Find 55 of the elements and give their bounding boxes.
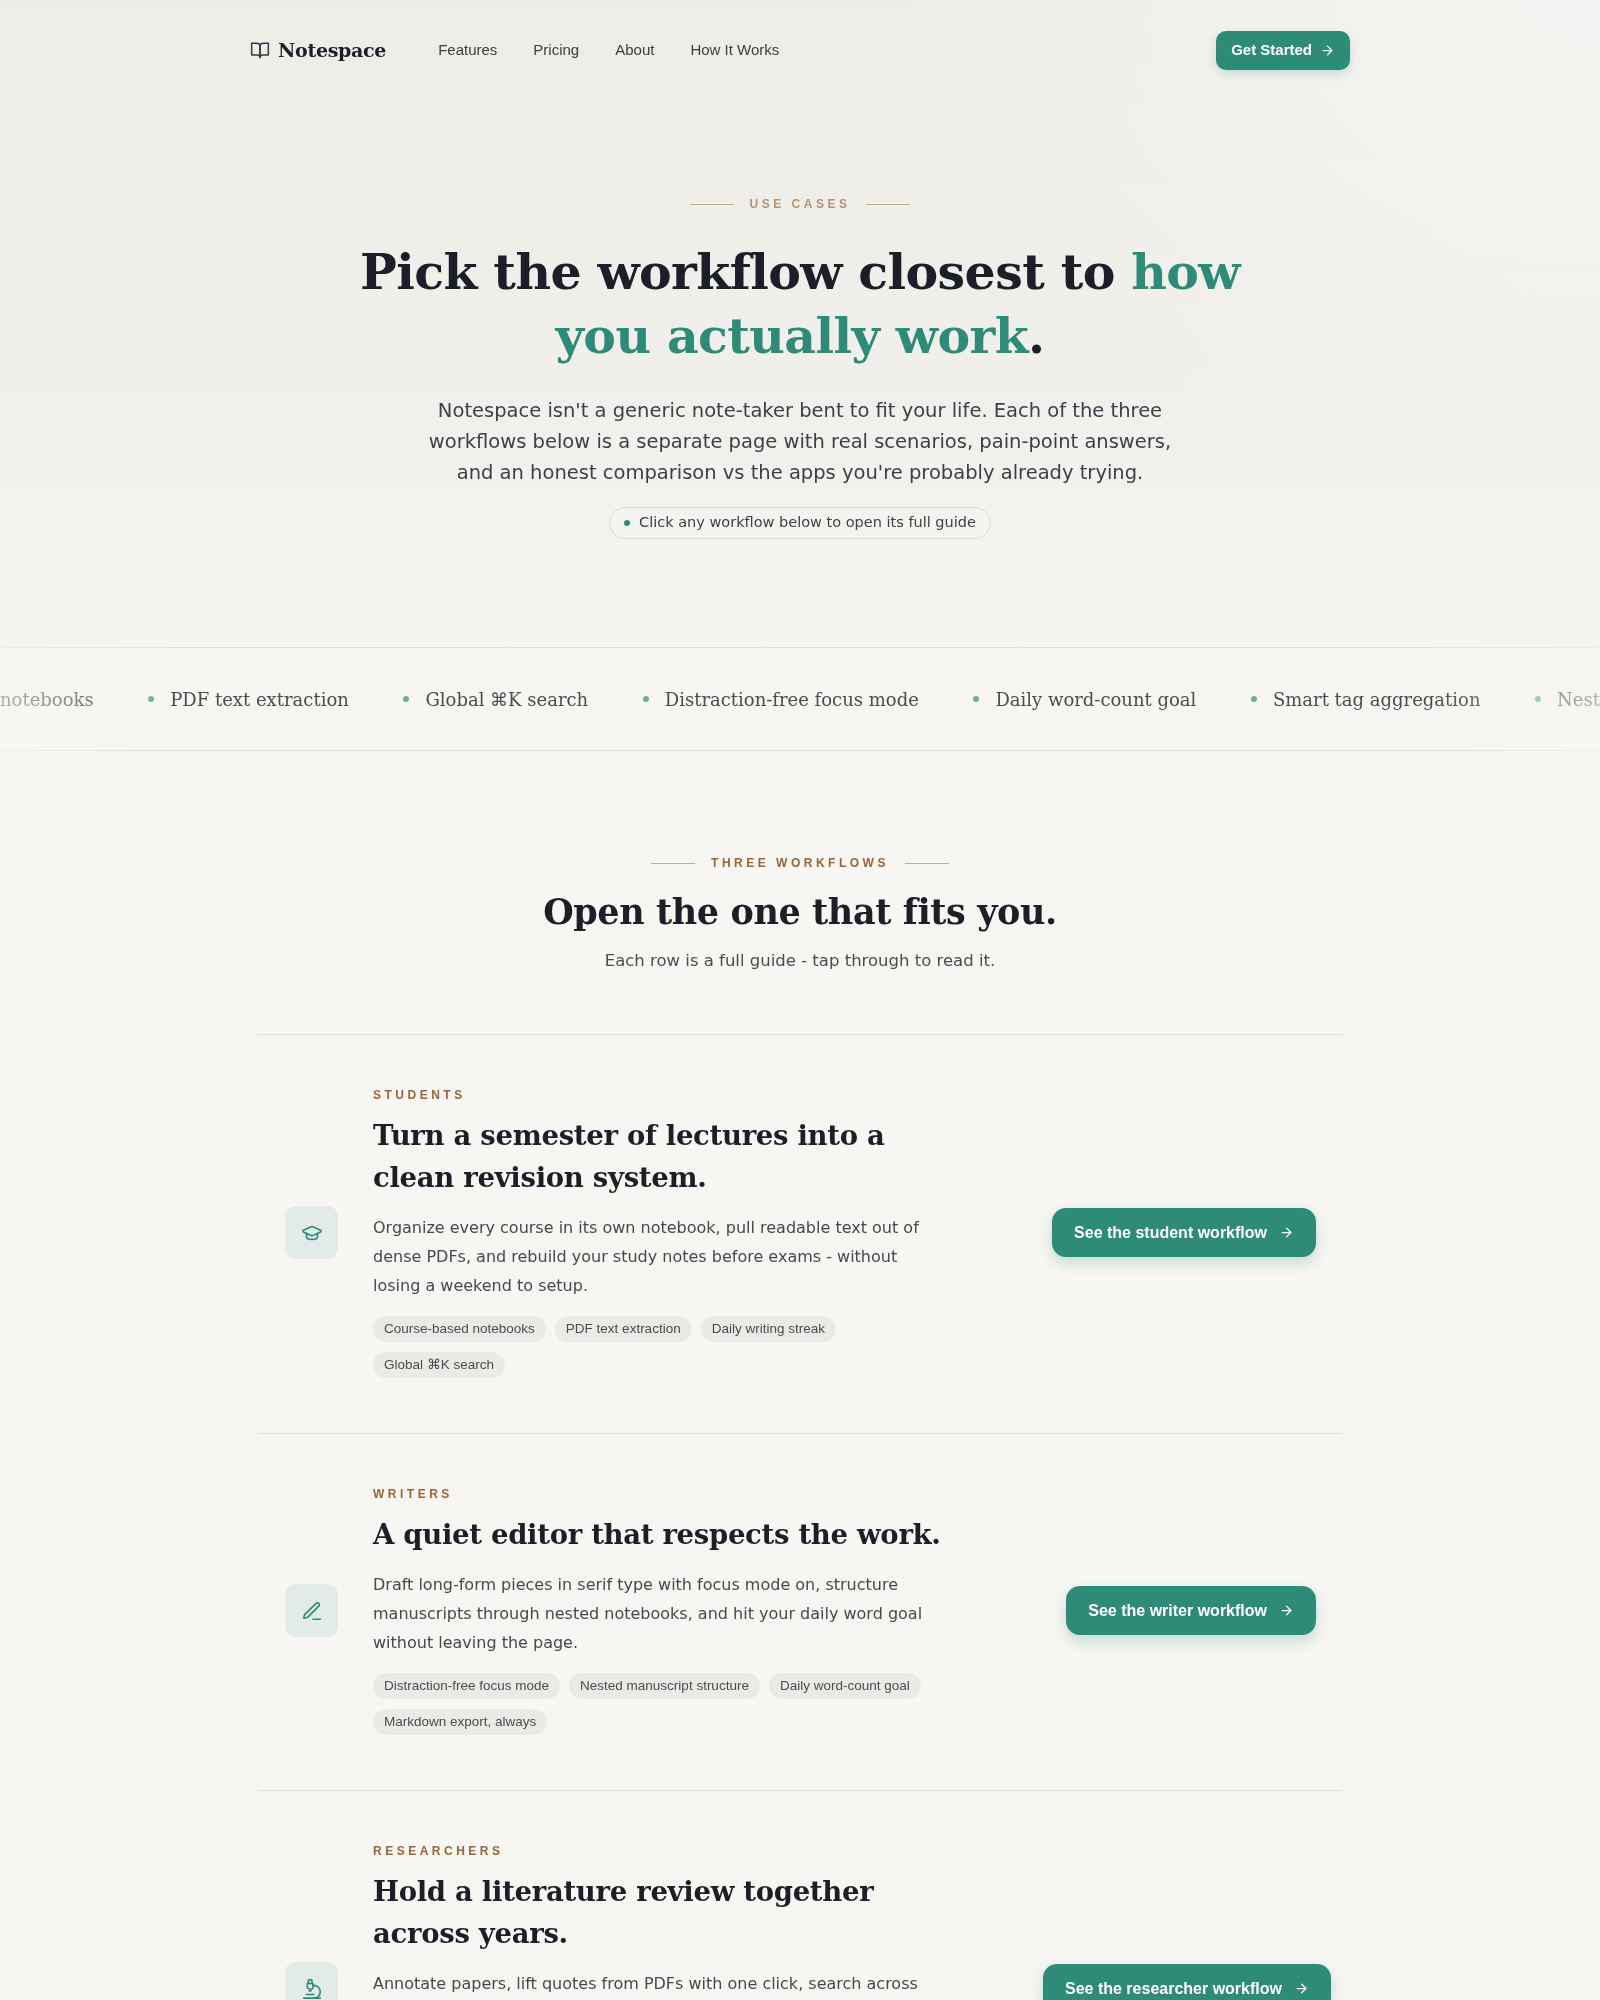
dot-icon: [642, 696, 649, 702]
graduation-cap-icon: [285, 1206, 338, 1259]
section-heading: Open the one that fits you.: [543, 890, 1057, 934]
feature-label: notebooks: [0, 687, 94, 712]
dot-icon: [148, 696, 155, 702]
workflow-description: Organize every course in its own notebook, pull readable text out of dense PDFs, and rebuild your study notes before exams - without losing a weekend to setup.: [373, 1217, 921, 1297]
feature-tag: Distraction-free focus mode: [373, 1673, 561, 1699]
section-subtitle: Each row is a full guide - tap through to read it.: [604, 950, 996, 972]
workflow-button[interactable]: See the student workflow: [1052, 1208, 1316, 1257]
section-eyebrow: USE CASES: [749, 196, 851, 212]
nav-link[interactable]: How It Works: [690, 38, 780, 62]
hero-intro: Notespace isn't a generic note-taker bent to fit your life. Each of the three workflows below is a separate page with real scenarios, pain-point answers, and an honest comparison vs the apps you're probably already trying.: [427, 398, 1173, 486]
feature-label: Nest: [1557, 687, 1600, 712]
workflow-eyebrow: STUDENTS: [373, 1087, 466, 1103]
feature-label: Distraction-free focus mode: [664, 687, 919, 712]
nav-link[interactable]: Features: [438, 38, 498, 62]
workflow-eyebrow: WRITERS: [373, 1486, 453, 1502]
dot-icon: [1535, 696, 1542, 702]
dot-icon: [403, 696, 410, 702]
brand-name[interactable]: Notespace: [278, 35, 387, 65]
feature-tag: Daily writing streak: [700, 1316, 836, 1342]
workflow-title: A quiet editor that respects the work.: [373, 1517, 942, 1552]
feature-tag: Course-based notebooks: [373, 1316, 546, 1342]
hero-heading: Pick the workflow closest to how you actually work.: [359, 242, 1243, 367]
book-icon: [250, 40, 270, 60]
workflow-description: Draft long-form pieces in serif type with focus mode on, structure manuscripts through nested notebooks, and hit your daily word goal without leaving the page.: [373, 1574, 924, 1654]
workflow-title: Turn a semester of lectures into a clean revision system.: [373, 1118, 886, 1195]
nav-link[interactable]: Pricing: [533, 38, 580, 62]
feature-tag: Nested manuscript structure: [569, 1673, 760, 1699]
arrow-right-icon: [1279, 1603, 1294, 1618]
dot-icon: [1250, 696, 1257, 702]
workflow-button[interactable]: See the writer workflow: [1066, 1586, 1316, 1635]
microscope-icon: [285, 1962, 338, 2000]
feature-label: Global ⌘K search: [425, 687, 589, 712]
hint-text: Click any workflow below to open its full guide: [639, 513, 976, 533]
section-eyebrow: THREE WORKFLOWS: [711, 855, 889, 871]
get-started-button[interactable]: Get Started: [1216, 30, 1350, 70]
arrow-right-icon: [1294, 1981, 1309, 1996]
workflow-button[interactable]: See the researcher workflow: [1043, 1964, 1331, 2000]
feature-label: PDF text extraction: [170, 687, 349, 712]
dot-icon: [973, 696, 980, 702]
arrow-right-icon: [1279, 1225, 1294, 1240]
dot-icon: [624, 520, 631, 526]
workflow-eyebrow: RESEARCHERS: [373, 1843, 504, 1859]
feature-tag: PDF text extraction: [554, 1316, 692, 1342]
nav-link[interactable]: About: [615, 38, 655, 62]
feature-tag: Global ⌘K search: [373, 1352, 506, 1378]
feature-tag: Markdown export, always: [373, 1709, 548, 1735]
pencil-icon: [285, 1584, 338, 1637]
feature-label: Daily word-count goal: [995, 687, 1197, 712]
workflow-description: Annotate papers, lift quotes from PDFs with one click, search across: [373, 1973, 919, 1995]
arrow-right-icon: [1320, 42, 1335, 58]
feature-tag: Daily word-count goal: [768, 1673, 921, 1699]
workflow-title: Hold a literature review together across years.: [373, 1874, 875, 1951]
feature-label: Smart tag aggregation: [1272, 687, 1481, 712]
